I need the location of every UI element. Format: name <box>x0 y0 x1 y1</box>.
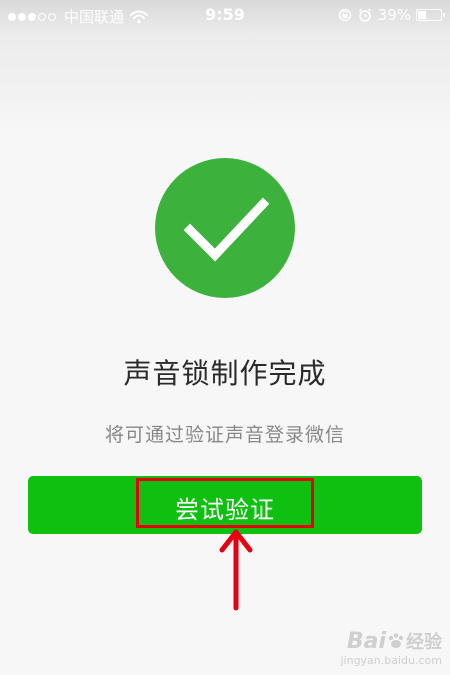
battery-level-fill <box>418 11 427 19</box>
checkmark-icon <box>183 197 270 262</box>
page-title: 声音锁制作完成 <box>123 357 327 390</box>
watermark-url: jingyan.baidu.com <box>340 654 442 667</box>
annotation-highlight-box <box>136 478 314 528</box>
battery-icon <box>416 9 445 21</box>
page-subtitle: 将可通过验证声音登录微信 <box>104 424 345 446</box>
header-background <box>0 32 450 132</box>
alarm-icon <box>358 8 371 22</box>
success-checkmark-icon <box>155 158 295 298</box>
watermark-logo-suffix: 经验 <box>406 632 442 653</box>
battery-percent: 39% <box>377 6 411 24</box>
paw-icon <box>388 633 404 648</box>
annotation-arrow-icon <box>219 529 253 611</box>
baidu-jingyan-watermark: Bai 经验 jingyan.baidu.com <box>340 628 442 668</box>
rotation-lock-icon <box>338 8 351 22</box>
watermark-logo: Bai 经验 <box>340 628 442 654</box>
status-right: 39% <box>338 6 445 24</box>
status-bar: 中国联通 9:59 39% <box>0 0 450 32</box>
watermark-logo-text: Bai <box>346 628 386 654</box>
